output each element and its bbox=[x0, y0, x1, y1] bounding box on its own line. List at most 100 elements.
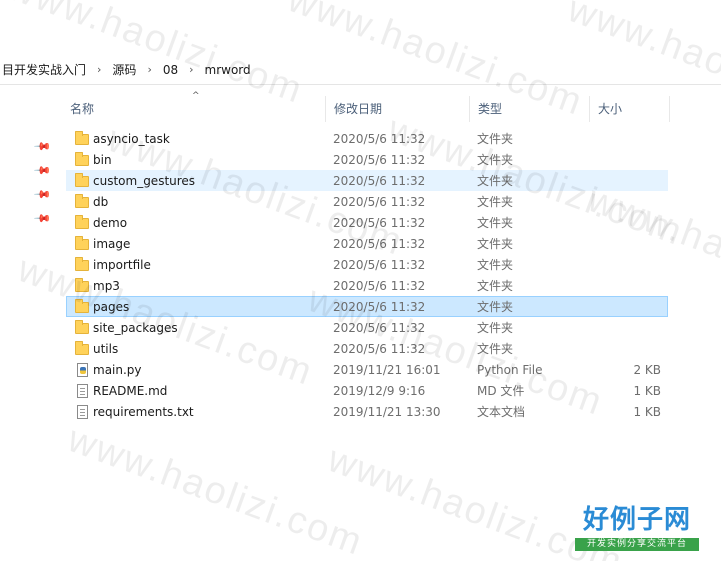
file-name: pages bbox=[93, 300, 130, 314]
file-name: db bbox=[93, 195, 109, 209]
column-name[interactable]: 名称 bbox=[62, 96, 326, 122]
file-type: Python File bbox=[477, 363, 543, 377]
pin-icon[interactable]: 📌 bbox=[32, 161, 52, 181]
file-icon bbox=[77, 384, 88, 398]
breadcrumb-item[interactable]: 源码 bbox=[110, 61, 138, 78]
file-date: 2020/5/6 11:32 bbox=[333, 237, 426, 251]
chevron-right-icon[interactable]: › bbox=[180, 63, 202, 76]
file-size: 2 KB bbox=[633, 363, 661, 377]
file-name: demo bbox=[93, 216, 128, 230]
logo-title: 好例子网 bbox=[582, 505, 691, 535]
pin-icon[interactable]: 📌 bbox=[32, 137, 52, 157]
file-name: mp3 bbox=[93, 279, 120, 293]
file-name: importfile bbox=[93, 258, 151, 272]
breadcrumb-item[interactable]: mrword bbox=[203, 63, 253, 77]
file-date: 2020/5/6 11:32 bbox=[333, 258, 426, 272]
python-file-icon bbox=[77, 363, 88, 377]
breadcrumb-item[interactable]: 08 bbox=[161, 63, 180, 77]
navigation-pane: 📌 📌 📌 📌 bbox=[0, 96, 62, 561]
folder-icon bbox=[75, 341, 89, 355]
breadcrumb[interactable]: 目开发实战入门 › 源码 › 08 › mrword bbox=[0, 55, 721, 85]
file-name: asyncio_task bbox=[93, 132, 170, 146]
file-type: 文件夹 bbox=[477, 237, 514, 251]
file-type: 文件夹 bbox=[477, 195, 514, 209]
file-row[interactable]: main.py 2019/11/21 16:01 Python File 2 KB bbox=[66, 359, 668, 380]
folder-icon bbox=[75, 194, 89, 208]
folder-icon bbox=[75, 215, 89, 229]
site-logo: 好例子网 开发实例分享交流平台 bbox=[575, 504, 699, 551]
folder-icon bbox=[75, 299, 89, 313]
file-row[interactable]: bin 2020/5/6 11:32 文件夹 bbox=[66, 149, 668, 170]
file-type: 文件夹 bbox=[477, 279, 514, 293]
file-size: 1 KB bbox=[633, 405, 661, 419]
file-name: utils bbox=[93, 342, 119, 356]
column-date[interactable]: 修改日期 bbox=[326, 96, 470, 122]
file-row[interactable]: custom_gestures 2020/5/6 11:32 文件夹 bbox=[66, 170, 668, 191]
text-file-icon bbox=[77, 405, 88, 419]
file-type: 文件夹 bbox=[477, 258, 514, 272]
folder-icon bbox=[75, 131, 89, 145]
file-date: 2020/5/6 11:32 bbox=[333, 216, 426, 230]
file-date: 2019/11/21 16:01 bbox=[333, 363, 441, 377]
file-row[interactable]: site_packages 2020/5/6 11:32 文件夹 bbox=[66, 317, 668, 338]
watermark-text: www.haolizi.com bbox=[62, 418, 369, 561]
column-date-label: 修改日期 bbox=[334, 102, 383, 116]
file-date: 2019/12/9 9:16 bbox=[333, 384, 426, 398]
file-row[interactable]: image 2020/5/6 11:32 文件夹 bbox=[66, 233, 668, 254]
file-type: 文件夹 bbox=[477, 342, 514, 356]
file-row[interactable]: requirements.txt 2019/11/21 13:30 文本文档 1 KB bbox=[66, 401, 668, 422]
pin-icon[interactable]: 📌 bbox=[32, 185, 52, 205]
file-name: bin bbox=[93, 153, 112, 167]
file-type: 文件夹 bbox=[477, 321, 514, 335]
file-type: 文件夹 bbox=[477, 300, 514, 314]
logo-subtitle: 开发实例分享交流平台 bbox=[575, 538, 699, 551]
breadcrumb-item[interactable]: 目开发实战入门 bbox=[0, 61, 88, 78]
file-name: site_packages bbox=[93, 321, 178, 335]
folder-icon bbox=[75, 236, 89, 250]
file-row[interactable]: pages 2020/5/6 11:32 文件夹 bbox=[66, 296, 668, 317]
column-header: ^ 名称 修改日期 类型 大小 bbox=[62, 91, 672, 122]
file-name: custom_gestures bbox=[93, 174, 196, 188]
file-row[interactable]: demo 2020/5/6 11:32 文件夹 bbox=[66, 212, 668, 233]
file-type: 文本文档 bbox=[477, 405, 526, 419]
file-type: 文件夹 bbox=[477, 216, 514, 230]
column-size[interactable]: 大小 bbox=[590, 96, 670, 122]
file-date: 2019/11/21 13:30 bbox=[333, 405, 441, 419]
file-list: asyncio_task 2020/5/6 11:32 文件夹 bin 2020/5/6… bbox=[66, 128, 668, 422]
file-row[interactable]: asyncio_task 2020/5/6 11:32 文件夹 bbox=[66, 128, 668, 149]
file-date: 2020/5/6 11:32 bbox=[333, 132, 426, 146]
file-row[interactable]: README.md 2019/12/9 9:16 MD 文件 1 KB bbox=[66, 380, 668, 401]
column-type[interactable]: 类型 bbox=[470, 96, 590, 122]
file-date: 2020/5/6 11:32 bbox=[333, 153, 426, 167]
file-row[interactable]: importfile 2020/5/6 11:32 文件夹 bbox=[66, 254, 668, 275]
file-date: 2020/5/6 11:32 bbox=[333, 195, 426, 209]
column-name-label: 名称 bbox=[70, 102, 95, 116]
column-type-label: 类型 bbox=[478, 102, 503, 116]
column-size-label: 大小 bbox=[598, 102, 623, 116]
folder-icon bbox=[75, 152, 89, 166]
file-name: image bbox=[93, 237, 131, 251]
file-date: 2020/5/6 11:32 bbox=[333, 174, 426, 188]
file-date: 2020/5/6 11:32 bbox=[333, 321, 426, 335]
file-date: 2020/5/6 11:32 bbox=[333, 279, 426, 293]
file-row[interactable]: mp3 2020/5/6 11:32 文件夹 bbox=[66, 275, 668, 296]
pin-icon[interactable]: 📌 bbox=[32, 209, 52, 229]
folder-icon bbox=[75, 278, 89, 292]
file-type: 文件夹 bbox=[477, 174, 514, 188]
folder-icon bbox=[75, 320, 89, 334]
file-size: 1 KB bbox=[633, 384, 661, 398]
title-area bbox=[0, 0, 721, 52]
file-date: 2020/5/6 11:32 bbox=[333, 342, 426, 356]
file-row[interactable]: db 2020/5/6 11:32 文件夹 bbox=[66, 191, 668, 212]
file-type: 文件夹 bbox=[477, 153, 514, 167]
file-name: main.py bbox=[93, 363, 142, 377]
file-name: requirements.txt bbox=[93, 405, 194, 419]
file-date: 2020/5/6 11:32 bbox=[333, 300, 426, 314]
file-type: 文件夹 bbox=[477, 132, 514, 146]
folder-icon bbox=[75, 257, 89, 271]
file-name: README.md bbox=[93, 384, 168, 398]
file-row[interactable]: utils 2020/5/6 11:32 文件夹 bbox=[66, 338, 668, 359]
chevron-right-icon[interactable]: › bbox=[88, 63, 110, 76]
chevron-right-icon[interactable]: › bbox=[138, 63, 160, 76]
file-type: MD 文件 bbox=[477, 384, 525, 398]
